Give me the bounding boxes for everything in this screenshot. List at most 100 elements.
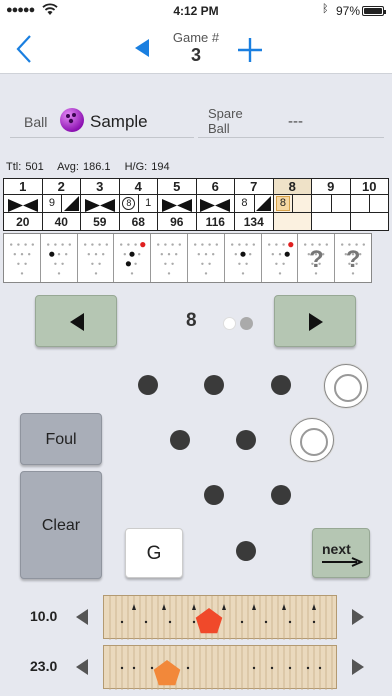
lane-dot	[318, 666, 322, 670]
ball-1-indicator	[223, 317, 236, 330]
mini-pin	[245, 262, 248, 265]
frame-balls-1[interactable]	[3, 194, 43, 213]
arrow-board-lane[interactable]	[103, 595, 337, 640]
pin-diagram-frame-2[interactable]	[41, 234, 78, 282]
frame-total-6: 116	[195, 212, 235, 231]
pin-8[interactable]	[204, 375, 224, 395]
frame-balls-10[interactable]	[349, 194, 389, 213]
frame-number-3[interactable]: 3	[80, 178, 120, 195]
lane-dot	[288, 620, 292, 624]
mini-pin	[281, 262, 285, 265]
frame-balls-3[interactable]	[80, 194, 120, 213]
frame-number-5[interactable]: 5	[157, 178, 197, 195]
lane-dot	[144, 620, 148, 624]
pin-diagram-frame-1[interactable]	[4, 234, 41, 282]
second-ball-8	[292, 195, 311, 212]
mini-pin	[126, 261, 132, 267]
pin-diagram-frame-3[interactable]	[78, 234, 115, 282]
average: Avg: 186.1	[57, 161, 111, 173]
pin-diagram-frame-9[interactable]: ?	[298, 234, 336, 282]
arrow-board-increase-icon[interactable]	[350, 608, 366, 631]
mini-pin	[167, 253, 171, 256]
frame-balls-2[interactable]: 9	[41, 194, 81, 213]
arrow-board-decrease-icon[interactable]	[74, 608, 90, 631]
add-game-plus-icon[interactable]	[236, 36, 264, 64]
frame-balls-8[interactable]: 8	[272, 194, 312, 213]
first-ball-10	[351, 195, 370, 212]
pin-diagram-frame-7[interactable]	[225, 234, 262, 282]
mini-pin	[138, 253, 141, 256]
mini-pin	[215, 243, 218, 246]
mini-pin	[274, 262, 278, 265]
clear-button[interactable]: Clear	[20, 471, 102, 579]
release-board-increase-icon[interactable]	[350, 658, 366, 681]
strike-icon	[7, 198, 38, 212]
mini-pin	[167, 272, 171, 275]
mini-pin	[284, 251, 290, 257]
frame-balls-4[interactable]: 81	[118, 194, 158, 213]
frame-balls-6[interactable]	[195, 194, 235, 213]
mini-pin	[274, 243, 278, 246]
mini-pin	[281, 243, 285, 246]
lane-arrow-icon	[252, 604, 256, 610]
mini-pin	[131, 272, 134, 275]
pin-1[interactable]	[236, 541, 256, 561]
frame-number-1[interactable]: 1	[3, 178, 43, 195]
pin-7[interactable]	[138, 375, 158, 395]
mini-pin	[134, 243, 138, 246]
pin-diagram-frame-8[interactable]	[262, 234, 299, 282]
mini-pin	[278, 253, 281, 256]
pin-diagram-frame-5[interactable]	[151, 234, 188, 282]
pin-diagram-frame-4[interactable]	[114, 234, 152, 282]
frame-balls-7[interactable]: 8	[234, 194, 274, 213]
frame-number-7[interactable]: 7	[234, 178, 274, 195]
nav-bar: Game # 3	[0, 22, 392, 74]
gutter-button[interactable]: G	[125, 528, 183, 578]
frame-number-9[interactable]: 9	[311, 178, 351, 195]
next-frame-arrow-button[interactable]	[274, 295, 356, 347]
mini-pin	[197, 253, 200, 256]
mini-pin	[234, 253, 237, 256]
pin-5[interactable]	[236, 430, 256, 450]
pin-6-standing[interactable]	[290, 418, 334, 462]
frame-number-4[interactable]: 4	[118, 178, 158, 195]
pin-3[interactable]	[271, 485, 291, 505]
frame-number-8[interactable]: 8	[272, 178, 312, 195]
pin-10-standing[interactable]	[324, 364, 368, 408]
pin-diagram-frame-10[interactable]: ?	[335, 234, 371, 282]
foul-button[interactable]: Foul	[20, 413, 102, 465]
mini-pin	[252, 243, 255, 246]
mini-pin	[61, 243, 64, 246]
lane-dot	[264, 620, 268, 624]
frame-number-6[interactable]: 6	[195, 178, 235, 195]
battery-icon	[362, 6, 386, 16]
pin-9[interactable]	[271, 375, 291, 395]
mini-pin	[20, 253, 24, 256]
next-button[interactable]: next	[312, 528, 370, 578]
current-frame-number: 8	[186, 310, 197, 331]
pin-2[interactable]	[204, 485, 224, 505]
back-chevron-icon[interactable]	[12, 32, 42, 66]
release-board-lane[interactable]	[103, 645, 337, 690]
ball-2-indicator	[240, 317, 253, 330]
spare-ball-label: Spare Ball	[208, 106, 243, 136]
pin-4[interactable]	[170, 430, 190, 450]
ball-selector[interactable]: Ball Sample	[10, 104, 194, 138]
spare-ball-value: ---	[288, 113, 303, 130]
mini-pin	[61, 262, 64, 265]
frame-balls-9[interactable]	[311, 194, 351, 213]
frame-number-10[interactable]: 10	[349, 178, 389, 195]
ball-label: Ball	[24, 114, 48, 130]
frame-number-2[interactable]: 2	[41, 178, 81, 195]
spare-ball-selector[interactable]: Spare Ball ---	[198, 104, 384, 138]
pin-diagram-frame-6[interactable]	[188, 234, 225, 282]
mini-pin	[208, 243, 211, 246]
clock: 4:12 PM	[173, 4, 219, 18]
frame-balls-5[interactable]	[157, 194, 197, 213]
strike-icon	[161, 198, 192, 212]
bowling-ball-icon	[58, 106, 86, 134]
release-board-decrease-icon[interactable]	[74, 658, 90, 681]
high-game: H/G: 194	[124, 161, 170, 173]
previous-frame-button[interactable]	[35, 295, 117, 347]
previous-game-triangle-icon[interactable]	[132, 37, 152, 59]
